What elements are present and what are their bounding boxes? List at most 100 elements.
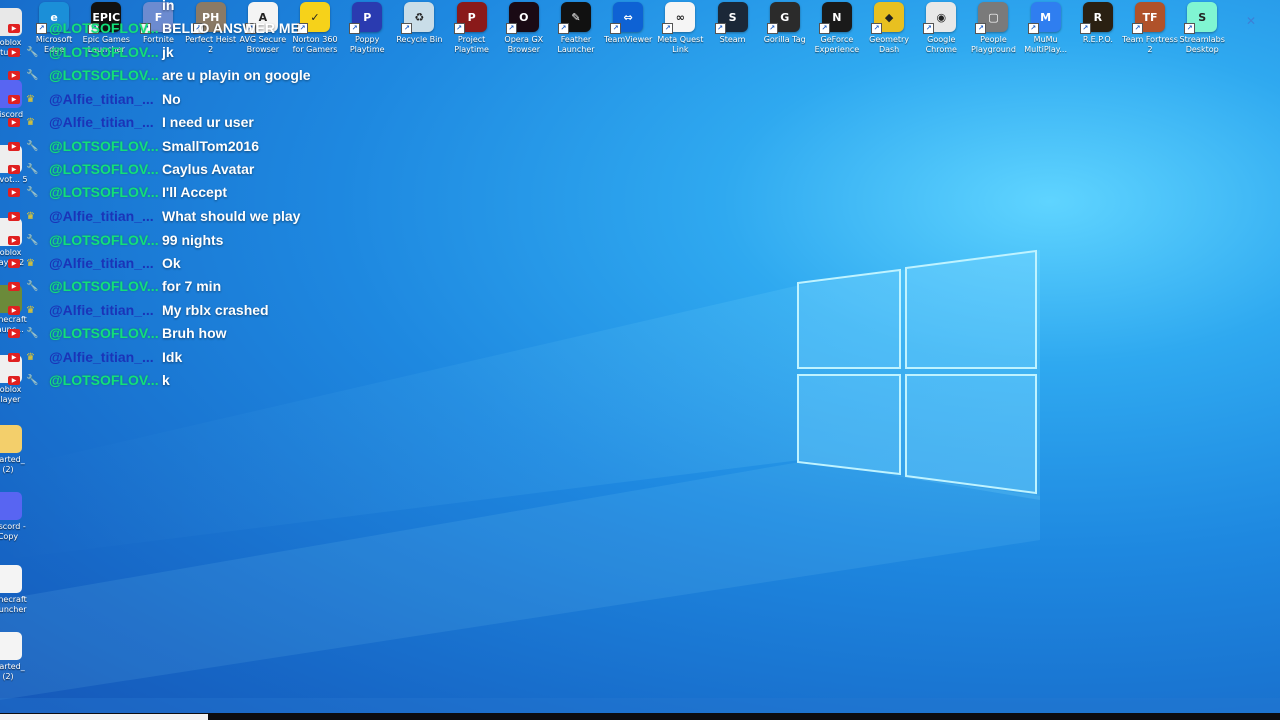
desktop-shortcut-label: Google Chrome [925,35,957,54]
desktop-shortcut-label: People Playground [970,35,1016,54]
wrench-icon: 🔧 [26,234,39,246]
desktop-shortcut[interactable]: ∞ ↗ Meta Quest Link [654,2,706,55]
shortcut-arrow-icon: ↗ [1079,23,1091,34]
desktop-shortcut[interactable]: ✎ ↗ Feather Launcher [550,2,602,55]
youtube-icon: ▶ [8,328,20,338]
chat-username: @Alfie_titian_... [49,114,154,130]
crown-icon: ♛ [26,304,35,316]
youtube-icon: ▶ [8,305,20,315]
wrench-icon: 🔧 [26,280,39,292]
shortcut-arrow-icon: ↗ [766,23,778,34]
desktop-shortcut-label: MuMu MultiPlay... [1024,35,1068,54]
chat-text: Ok [162,255,181,271]
windows-wallpaper [0,249,1040,700]
desktop-shortcut-label: Recycle Bin [396,35,443,44]
wrench-icon: 🔧 [26,46,39,58]
desktop-shortcut[interactable]: O ↗ Opera GX Browser [498,2,550,55]
desktop-shortcut[interactable]: Discord - Copy [0,492,28,542]
desktop-shortcut[interactable]: ⇔ ↗ TeamViewer [602,2,654,55]
geforce-icon: N ↗ [818,2,852,34]
folder-icon [0,425,22,453]
desktop-shortcut[interactable]: S ↗ Streamlabs Desktop [1176,2,1228,55]
logo-pane-bottom-left [797,374,901,476]
chat-text: BELLO ANSWER ME [162,20,300,36]
chat-text: Caylus Avatar [162,161,255,177]
chat-username: @LOTSOFLOV... [49,278,159,294]
desktop-shortcut-label: TeamViewer [603,35,653,44]
desktop-shortcut-label: R.E.P.O. [1082,35,1113,44]
youtube-icon: ▶ [8,352,20,362]
desktop-shortcut[interactable]: Minecraft Launcher [0,565,28,615]
logo-pane-top-right [905,249,1037,369]
crown-icon: ♛ [26,351,35,363]
chat-username: @LOTSOFLOV... [49,161,159,177]
youtube-icon: ▶ [8,258,20,268]
chat-text: are u playin on google [162,67,311,83]
people-playground-icon: ▢ ↗ [975,2,1009,34]
shortcut-arrow-icon: ↗ [453,23,465,34]
youtube-icon: ▶ [8,375,20,385]
desktop-shortcut[interactable]: TF ↗ Team Fortress 2 [1122,2,1178,55]
norton-icon: ✓ ↗ [297,2,331,34]
wrench-icon: 🔧 [26,140,39,152]
recycle-bin-icon: ♻ ↗ [401,2,435,34]
desktop-shortcut-label: Poppy Playtime [349,35,385,54]
shortcut-arrow-icon: ↗ [818,23,830,34]
desktop-shortcut-label: GeForce Experience [814,35,860,54]
youtube-icon: ▶ [8,70,20,80]
taskbar-search-box[interactable] [0,714,208,720]
streamlabs-icon: S ↗ [1184,2,1218,34]
youtube-icon: ▶ [8,141,20,151]
chat-username: @LOTSOFLOV... [49,44,159,60]
desktop-shortcut[interactable]: ▢ ↗ People Playground [967,2,1019,55]
desktop-shortcut[interactable]: ◆ ↗ Geometry Dash [863,2,915,55]
chat-username: @LOTSOFLOV... [49,325,159,341]
chat-username: @Alfie_titian_... [49,302,154,318]
desktop-shortcut-label: Norton 360 for Gamers [292,35,338,54]
desktop-shortcut[interactable]: P ↗ Project Playtime [446,2,498,55]
steam-icon: S ↗ [714,2,748,34]
desktop-shortcut[interactable]: ◉ ↗ Google Chrome [915,2,967,55]
desktop-shortcut-label: Started_ (2) [0,662,25,681]
crown-icon: ♛ [26,257,35,269]
logo-pane-bottom-right [905,374,1037,495]
desktop-shortcut[interactable]: G ↗ Gorilla Tag [759,2,811,55]
desktop-shortcut[interactable]: M ↗ MuMu MultiPlay... [1020,2,1072,55]
wrench-icon: 🔧 [26,69,39,81]
chat-username: @Alfie_titian_... [49,349,154,365]
file-icon [0,565,22,593]
chat-text: I need ur user [162,114,254,130]
chat-text: Bruh how [162,325,227,341]
desktop-shortcut[interactable]: S ↗ Steam [706,2,758,55]
chat-username: @Alfie_titian_... [49,255,154,271]
desktop-shortcut-label: Minecraft Launcher [0,595,27,614]
desktop-shortcut[interactable]: ♻ ↗ Recycle Bin [393,2,445,55]
desktop-shortcut[interactable]: Started_ (2) [0,632,28,682]
desktop-shortcut-label: Team Fortress 2 [1122,35,1178,54]
desktop-shortcut-label: Perfect Heist 2 [185,35,237,54]
desktop-shortcut-label: Project Playtime [454,35,489,54]
shortcut-arrow-icon: ↗ [871,23,883,34]
desktop-shortcut[interactable]: R ↗ R.E.P.O. [1072,2,1124,55]
chat-text: I'll Accept [162,184,228,200]
desktop-shortcut[interactable]: N ↗ GeForce Experience [811,2,863,55]
desktop-shortcut[interactable]: Started_ (2) [0,425,28,475]
crown-icon: ♛ [26,93,35,105]
desktop-shortcut-label: Roblox Player [0,385,22,404]
desktop-shortcut[interactable]: P ↗ Poppy Playtime [341,2,393,55]
wrench-icon: 🔧 [26,327,39,339]
crown-icon: ♛ [26,210,35,222]
shortcut-arrow-icon: ↗ [923,23,935,34]
tf2-icon: TF ↗ [1132,2,1166,34]
chat-username: @LOTSOFLOV... [49,20,159,36]
opera-gx-icon: O ↗ [505,2,539,34]
chat-text: jk [162,44,174,60]
desktop-shortcut-label: Discord - Copy [0,522,26,541]
shortcut-arrow-icon: ↗ [1132,23,1144,34]
close-icon[interactable]: ✕ [1246,14,1256,28]
crown-icon: ♛ [26,116,35,128]
desktop-shortcut-label: Devot... 5 [0,175,28,184]
chat-text: Idk [162,349,183,365]
chat-text: My rblx crashed [162,302,269,318]
desktop-shortcut-label: Gorilla Tag [763,35,806,44]
